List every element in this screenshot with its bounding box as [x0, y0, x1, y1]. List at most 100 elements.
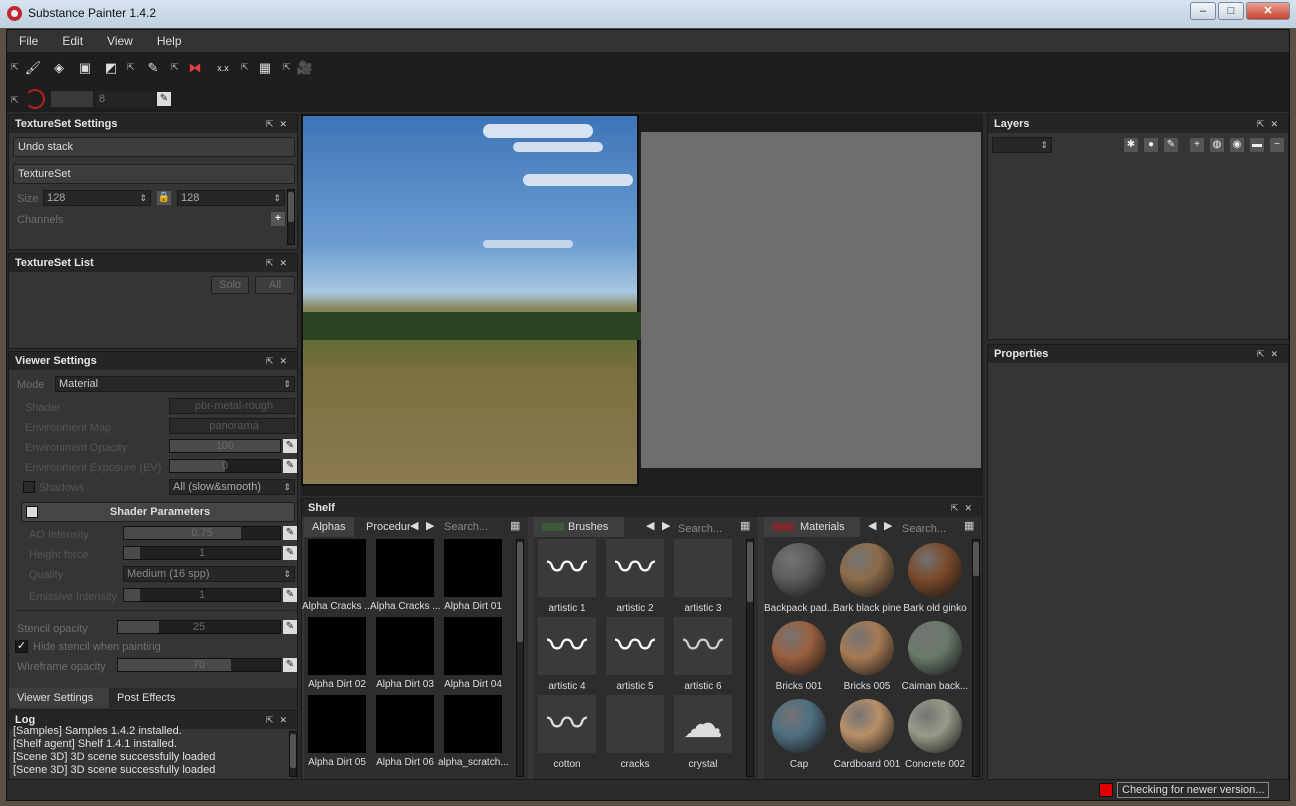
textureset-name-button[interactable]: TextureSet — [13, 164, 295, 184]
brush-thumb[interactable]: 〰 — [606, 539, 664, 597]
alpha-thumb[interactable] — [376, 539, 434, 597]
hide-stencil-checkbox[interactable]: ✓ — [15, 640, 28, 653]
panel-controls-icon[interactable]: ⇱✕ — [266, 115, 293, 133]
panel-controls-icon[interactable]: ⇱✕ — [266, 254, 293, 272]
materials-search[interactable]: Search... — [902, 523, 946, 535]
shader-parameters-checkbox[interactable] — [26, 506, 38, 518]
panel-scrollbar[interactable] — [287, 189, 295, 245]
mask-icon[interactable]: ✱ — [1124, 138, 1138, 152]
maximize-button[interactable]: □ — [1218, 2, 1244, 20]
material-ball[interactable] — [908, 543, 962, 597]
xyz-symmetry-icon[interactable]: x.x — [213, 58, 233, 78]
stencil-slider[interactable]: 25 — [117, 620, 281, 634]
brush-size-value[interactable]: 8 — [95, 91, 155, 107]
panel-controls-icon[interactable]: ⇱✕ — [1257, 345, 1284, 363]
log-scrollbar[interactable] — [289, 731, 297, 777]
brush-thumb[interactable]: 〰 — [538, 539, 596, 597]
material-ball[interactable] — [840, 621, 894, 675]
brushes-scrollbar[interactable] — [746, 539, 754, 777]
brush-preview-icon[interactable] — [25, 89, 45, 109]
menu-view[interactable]: View — [95, 30, 145, 52]
next-arrow-icon[interactable]: ▶ — [884, 519, 892, 532]
2d-viewport[interactable] — [301, 114, 641, 486]
edit-pen-icon[interactable]: ✎ — [283, 526, 297, 540]
alpha-thumb[interactable] — [444, 695, 502, 753]
brush-thumb[interactable] — [606, 695, 664, 753]
panel-controls-icon[interactable]: ⇱✕ — [266, 352, 293, 370]
tab-viewer-settings[interactable]: Viewer Settings — [9, 688, 109, 708]
brush-thumb[interactable] — [674, 539, 732, 597]
grid-view-icon[interactable]: ▦ — [740, 519, 750, 532]
solo-button[interactable]: Solo — [211, 276, 249, 294]
detach-icon[interactable]: ⇱ — [11, 62, 21, 72]
detach-icon[interactable]: ⇱ — [127, 62, 137, 72]
materials-scrollbar[interactable] — [972, 539, 980, 777]
material-ball[interactable] — [772, 621, 826, 675]
alpha-thumb[interactable] — [308, 617, 366, 675]
alphas-search[interactable]: Search... — [444, 521, 488, 533]
close-button[interactable]: ✕ — [1246, 2, 1290, 20]
ao-slider[interactable]: 0.75 — [123, 526, 281, 540]
grid-view-icon[interactable]: ▦ — [964, 519, 974, 532]
undo-stack-button[interactable]: Undo stack — [13, 137, 295, 157]
shader-field[interactable]: pbr-metal-rough — [169, 398, 295, 414]
brush-thumb[interactable]: 〰 — [538, 617, 596, 675]
add-channel-icon[interactable]: + — [271, 212, 285, 226]
material-ball[interactable] — [840, 543, 894, 597]
edit-pen-icon[interactable]: ✎ — [157, 92, 171, 106]
3d-viewport[interactable] — [641, 132, 981, 468]
menu-edit[interactable]: Edit — [50, 30, 95, 52]
next-arrow-icon[interactable]: ▶ — [426, 519, 434, 532]
detach-icon[interactable]: ⇱ — [171, 62, 181, 72]
brush-thumb[interactable]: ☁ — [674, 695, 732, 753]
grid-icon[interactable]: ▦ — [255, 58, 275, 78]
viewport[interactable] — [301, 114, 983, 496]
all-button[interactable]: All — [255, 276, 295, 294]
env-opacity-slider[interactable]: 100 — [169, 439, 281, 453]
color-picker-icon[interactable]: ✎ — [143, 58, 163, 78]
material-ball[interactable] — [908, 621, 962, 675]
brush-thumb[interactable]: 〰 — [538, 695, 596, 753]
edit-pen-icon[interactable]: ✎ — [283, 620, 297, 634]
brush-thumb[interactable]: 〰 — [674, 617, 732, 675]
blend-mode-select[interactable] — [992, 137, 1052, 153]
minimize-button[interactable]: – — [1190, 2, 1216, 20]
add-layer-icon[interactable]: + — [1190, 138, 1204, 152]
next-arrow-icon[interactable]: ▶ — [662, 519, 670, 532]
prev-arrow-icon[interactable]: ◀ — [410, 519, 418, 532]
alpha-thumb[interactable] — [308, 539, 366, 597]
menu-file[interactable]: File — [7, 30, 50, 52]
brush-thumb[interactable]: 〰 — [606, 617, 664, 675]
symmetry-icon[interactable]: ⧓ — [185, 58, 205, 78]
material-ball[interactable] — [908, 699, 962, 753]
mode-select[interactable]: Material — [55, 376, 295, 392]
detach-icon[interactable]: ⇱ — [283, 62, 293, 72]
edit-pen-icon[interactable]: ✎ — [283, 588, 297, 602]
material-ball[interactable] — [772, 543, 826, 597]
tab-procedurals[interactable]: Procedur — [358, 517, 410, 537]
camera-icon[interactable]: 🎥 — [295, 58, 315, 78]
prev-arrow-icon[interactable]: ◀ — [868, 519, 876, 532]
shadows-checkbox[interactable] — [23, 481, 35, 493]
polygon-fill-icon[interactable]: ◩ — [101, 58, 121, 78]
env-map-field[interactable]: panorama — [169, 418, 295, 434]
size-width-select[interactable]: 128 — [43, 190, 151, 206]
add-fill-layer-icon[interactable]: ◍ — [1210, 138, 1224, 152]
paint-brush-icon[interactable]: 🖌 — [23, 58, 43, 78]
alpha-thumb[interactable] — [444, 539, 502, 597]
brush-icon[interactable]: ✎ — [1164, 138, 1178, 152]
shader-parameters-button[interactable]: Shader Parameters — [21, 502, 295, 522]
edit-pen-icon[interactable]: ✎ — [283, 658, 297, 672]
brush-size-slider[interactable] — [51, 91, 93, 107]
quality-select[interactable]: Medium (16 spp) — [123, 566, 295, 582]
edit-pen-icon[interactable]: ✎ — [283, 439, 297, 453]
delete-layer-icon[interactable]: − — [1270, 138, 1284, 152]
detach-icon[interactable]: ⇱ — [11, 95, 21, 105]
panel-controls-icon[interactable]: ⇱✕ — [1257, 115, 1284, 133]
shadows-select[interactable]: All (slow&smooth) — [169, 479, 295, 495]
alpha-thumb[interactable] — [376, 617, 434, 675]
emissive-slider[interactable]: 1 — [123, 588, 281, 602]
detach-icon[interactable]: ⇱ — [241, 62, 251, 72]
alpha-thumb[interactable] — [376, 695, 434, 753]
eraser-icon[interactable]: ◈ — [49, 58, 69, 78]
